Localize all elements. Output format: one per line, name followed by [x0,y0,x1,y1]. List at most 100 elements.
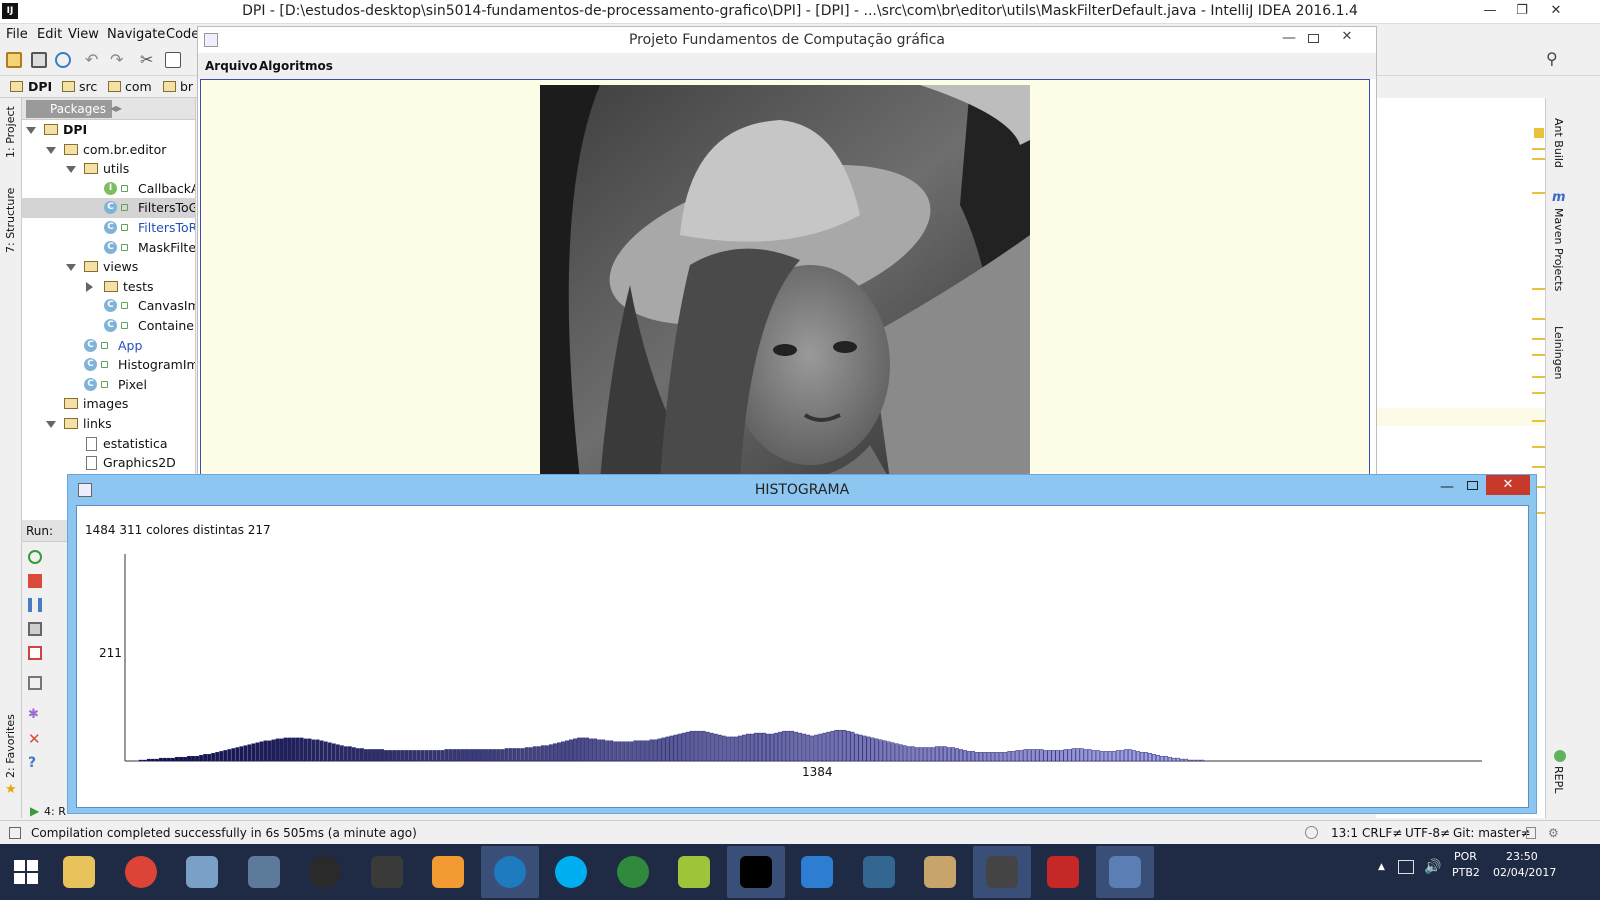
tree-item-views[interactable]: views [22,257,195,277]
tree-item-maskfilteri[interactable]: C MaskFilterI [22,238,195,258]
tree-item-com-br-editor[interactable]: com.br.editor [22,140,195,160]
breadcrumb-com[interactable]: com [125,79,152,94]
tree-item-tests[interactable]: tests [22,277,195,297]
warning-marker[interactable] [1534,128,1544,138]
close-run-icon[interactable]: ✕ [28,732,42,747]
collapse-arrow-icon[interactable] [86,281,93,292]
taskbar-resource-monitor[interactable] [173,846,231,898]
file-encoding[interactable]: UTF-8≠ [1405,826,1450,840]
warning-marker[interactable] [1532,192,1546,194]
breadcrumb-src[interactable]: src [79,79,97,94]
app-close-button[interactable]: ✕ [1325,27,1369,47]
menu-navigate[interactable]: Navigate [107,27,165,42]
hist-close-button[interactable]: ✕ [1486,475,1530,495]
warning-marker[interactable] [1532,420,1546,422]
breadcrumb-br[interactable]: br [180,79,193,94]
menu-file[interactable]: File [6,27,28,42]
taskbar-file-explorer[interactable] [50,846,108,898]
tree-item-estatistica[interactable]: estatistica [22,434,195,454]
warning-marker[interactable] [1532,466,1546,468]
exit-icon[interactable] [28,646,42,660]
run-tab[interactable]: 4: R [44,805,66,818]
help-icon[interactable]: ? [28,756,42,770]
input-language[interactable]: POR [1454,850,1477,863]
pause-icon[interactable] [28,598,42,612]
taskbar-windows-start[interactable] [0,846,48,898]
git-branch[interactable]: Git: master≠ [1453,826,1531,840]
scope-switch-icon[interactable]: ◂▸ [110,101,122,115]
warning-marker[interactable] [1532,318,1546,320]
expand-arrow-icon[interactable] [26,127,36,134]
app-maximize-button[interactable] [1308,34,1319,43]
app-minimize-button[interactable]: — [1282,30,1296,46]
menu-arquivo[interactable]: Arquivo [205,59,258,73]
expand-arrow-icon[interactable] [66,166,76,174]
tree-item-pixel[interactable]: C Pixel [22,375,195,395]
tool-windows-icon[interactable] [9,827,21,839]
taskbar-sourcetree[interactable] [480,846,539,898]
open-folder-icon[interactable] [6,52,22,68]
taskbar-skype[interactable] [542,846,600,898]
event-log-icon[interactable]: ⚙ [1548,826,1559,840]
tab-project[interactable]: 1: Project [4,106,17,158]
taskbar-calculator[interactable] [235,846,293,898]
tab-leiningen[interactable]: Leiningen [1552,326,1565,379]
keyboard-layout[interactable]: PTB2 [1452,866,1480,879]
layout-icon[interactable] [28,676,42,690]
cut-icon[interactable]: ✂ [140,52,156,68]
tree-item-links[interactable]: links [22,414,195,434]
undo-icon[interactable]: ↶ [85,52,101,68]
sync-icon[interactable] [55,52,71,68]
taskbar-paint[interactable] [911,846,969,898]
tree-item-filterstorc[interactable]: C FiltersToRC [22,218,195,238]
warning-marker[interactable] [1532,148,1546,150]
tree-item-utils[interactable]: utils [22,159,195,179]
taskbar-acrobat[interactable] [1034,846,1092,898]
taskbar-intellij[interactable] [726,846,785,898]
pin-icon[interactable]: ✱ [28,708,42,722]
tab-favorites[interactable]: 2: Favorites [4,714,17,778]
warning-marker[interactable] [1532,338,1546,340]
tree-item-container[interactable]: C Container\ [22,316,195,336]
expand-arrow-icon[interactable] [66,264,76,272]
tree-item-canvasima[interactable]: C CanvasIma [22,296,195,316]
hist-minimize-button[interactable]: — [1440,479,1454,495]
tab-ant-build[interactable]: Ant Build [1552,118,1565,168]
lock-icon[interactable] [1526,827,1536,839]
taskbar-git-kraken[interactable] [788,846,846,898]
rerun-icon[interactable] [28,550,42,564]
packages-tab[interactable]: Packages [26,100,112,118]
taskbar-media-player[interactable] [419,846,477,898]
caret-position[interactable]: 13:1 [1331,826,1358,840]
copy-icon[interactable] [165,52,181,68]
warning-marker[interactable] [1532,158,1546,160]
clock-date[interactable]: 02/04/2017 [1493,866,1556,879]
taskbar-chrome[interactable] [112,846,170,898]
menu-algoritmos[interactable]: Algoritmos [259,59,333,73]
tray-arrow-icon[interactable]: ▲ [1378,862,1385,872]
tree-item-filterstogr[interactable]: C FiltersToGr [22,198,195,219]
tab-maven-projects[interactable]: Maven Projects [1552,208,1565,291]
taskbar-java[interactable] [1095,846,1154,898]
hist-maximize-button[interactable] [1467,481,1478,490]
ide-minimize-button[interactable]: — [1474,0,1506,22]
tree-item-app[interactable]: C App [22,336,195,356]
tab-repl[interactable]: REPL [1552,766,1565,793]
menu-edit[interactable]: Edit [37,27,62,42]
menu-view[interactable]: View [68,27,99,42]
tree-item-callbackap[interactable]: I CallbackAp [22,179,195,199]
taskbar-media-editor[interactable] [972,846,1031,898]
taskbar-browser[interactable] [604,846,662,898]
warning-marker[interactable] [1532,392,1546,394]
warning-marker[interactable] [1532,354,1546,356]
redo-icon[interactable]: ↷ [110,52,126,68]
dump-threads-icon[interactable] [28,622,42,636]
tab-structure[interactable]: 7: Structure [4,188,17,253]
tree-item-histogramima[interactable]: C HistogramIma [22,355,195,375]
stop-icon[interactable] [28,574,42,588]
menu-code[interactable]: Code [166,27,199,42]
line-separator[interactable]: CRLF≠ [1362,826,1402,840]
expand-arrow-icon[interactable] [46,421,56,428]
taskbar-android-studio[interactable] [665,846,723,898]
warning-marker[interactable] [1532,446,1546,448]
